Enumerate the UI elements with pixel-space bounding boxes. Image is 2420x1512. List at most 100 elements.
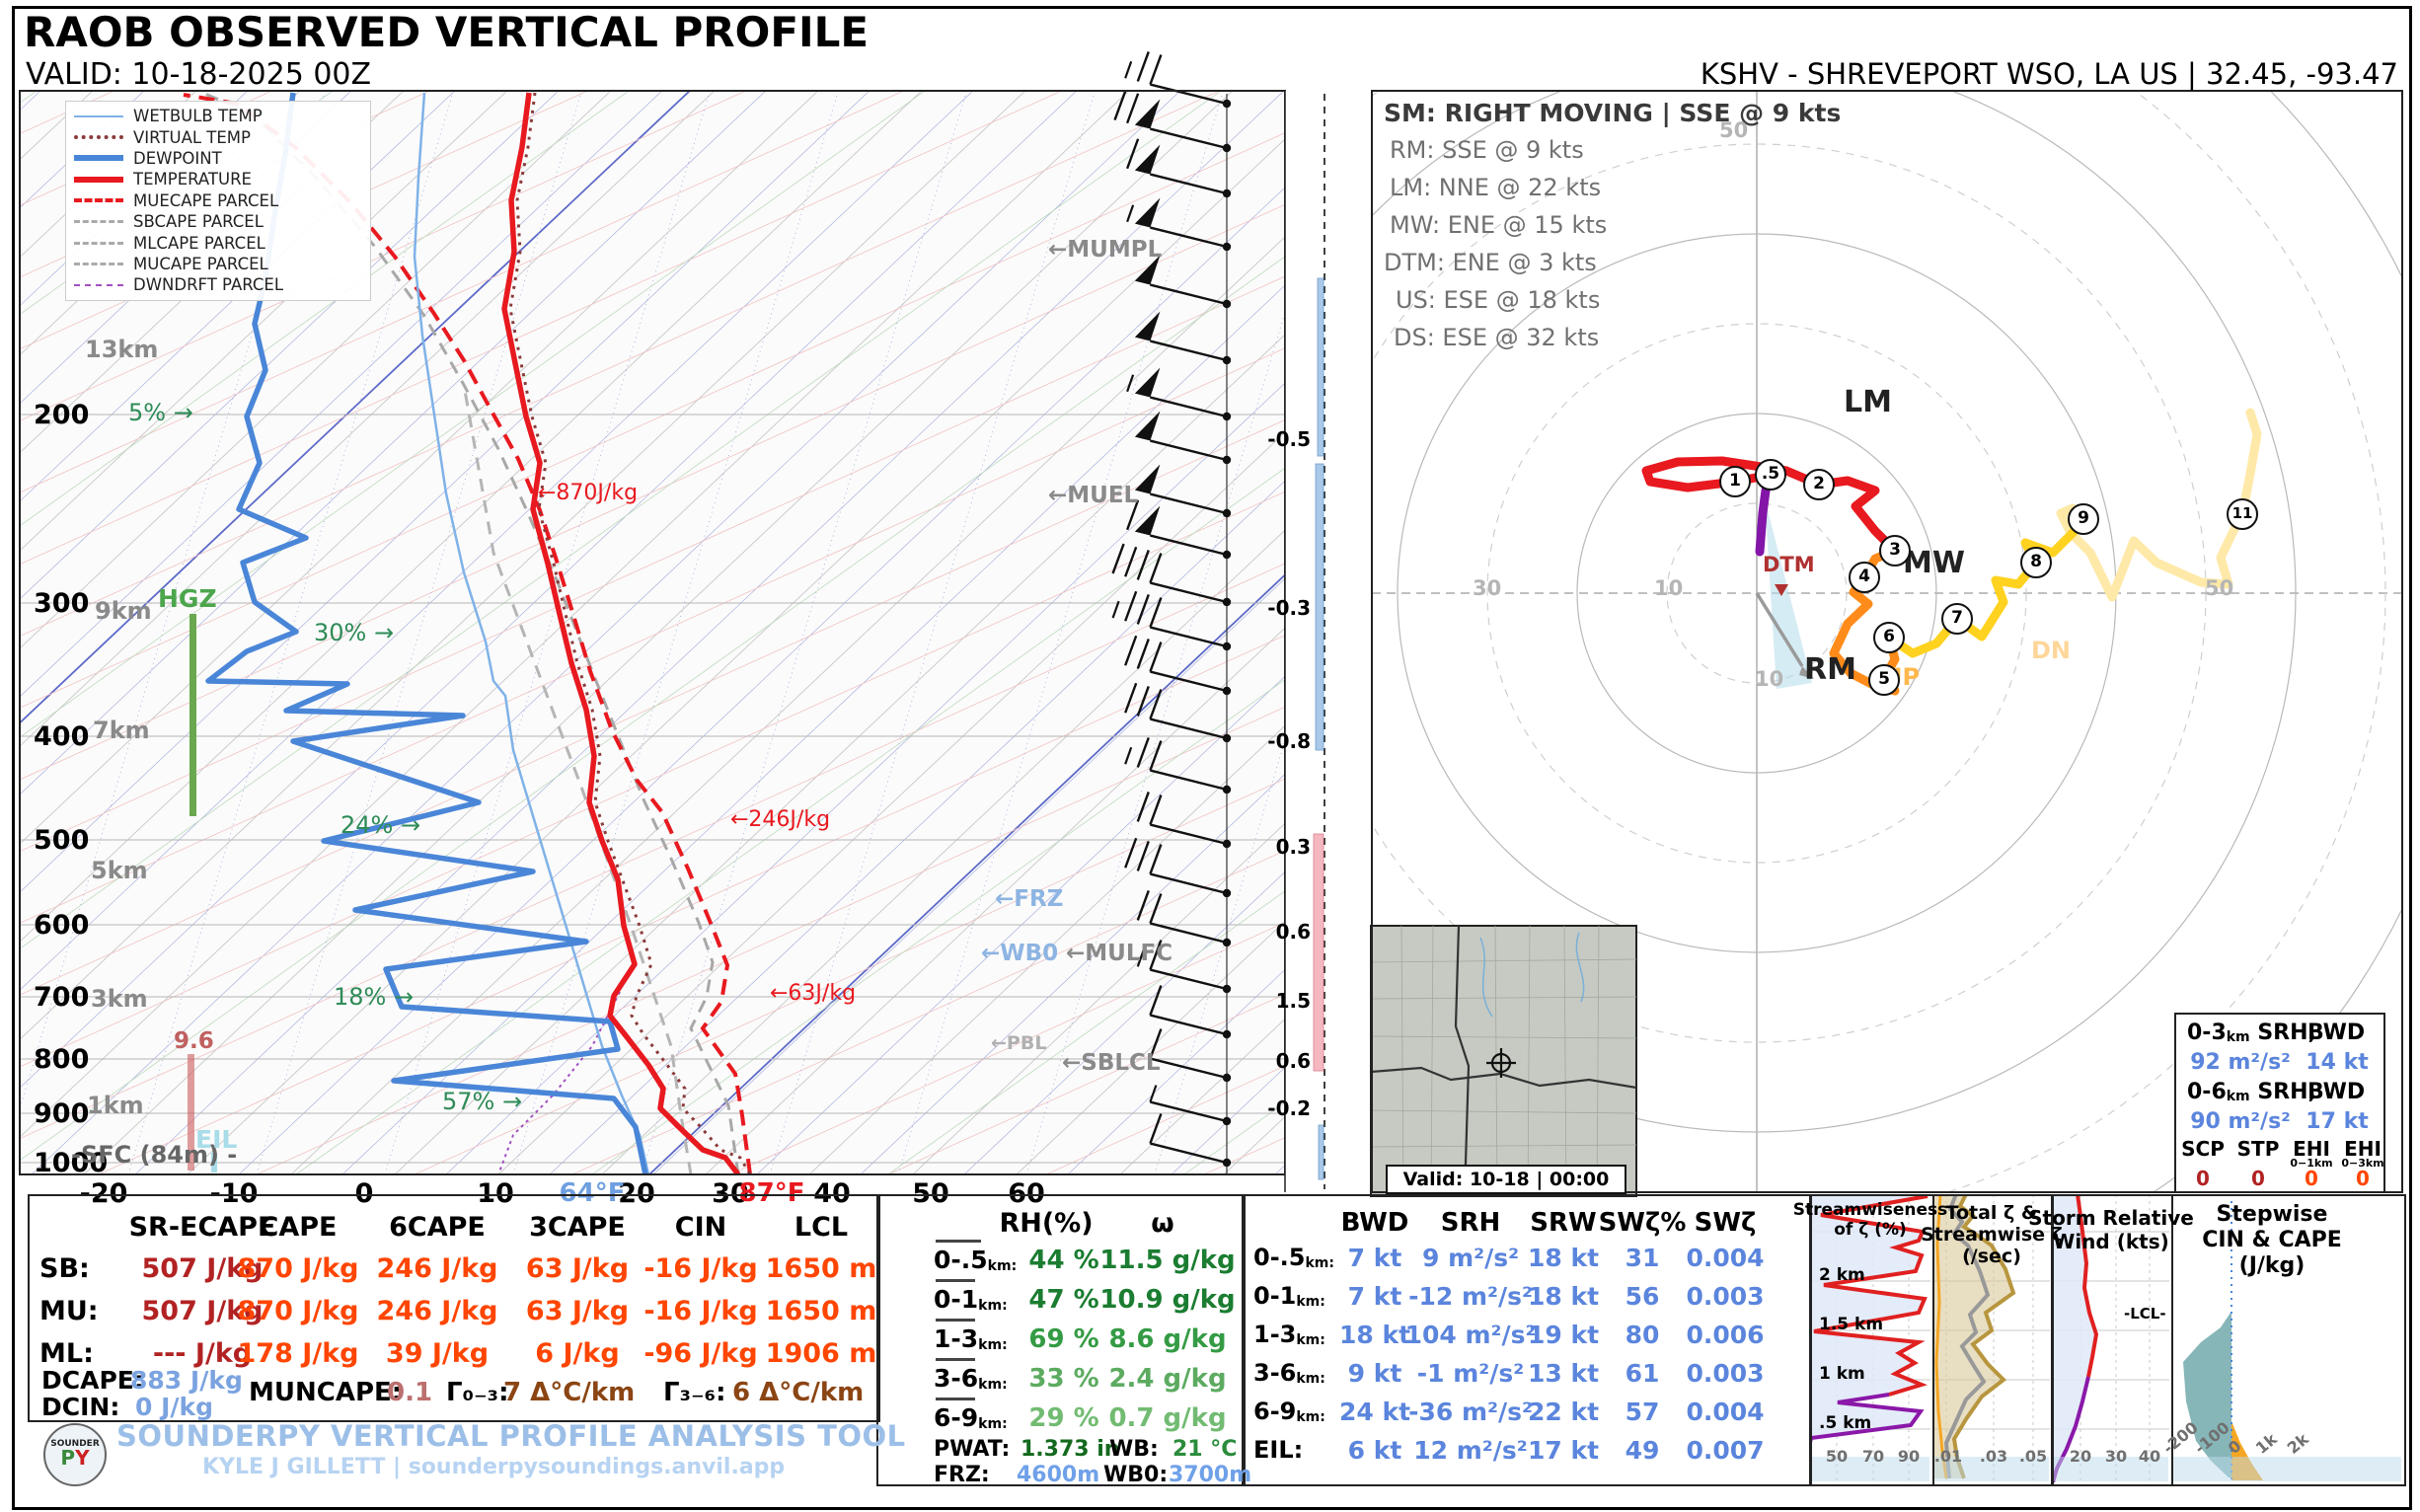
height-label: 1km	[87, 1092, 144, 1119]
kin-cell: 0.003	[1686, 1359, 1764, 1388]
w-value: 0.7 g/kg	[1108, 1403, 1226, 1433]
height-label: 13km	[85, 336, 158, 363]
p3-lcl-label: -LCL-	[2124, 1305, 2166, 1323]
p1-xtick: 70	[1862, 1447, 1884, 1466]
kin-cell: 0.006	[1686, 1321, 1764, 1349]
wb-value: 21 °C	[1172, 1437, 1237, 1462]
srh-row-label: 0-3km SRH,	[2187, 1021, 2316, 1045]
kin-header: BWD	[1341, 1208, 1409, 1238]
hodo-point: 4	[1849, 562, 1880, 593]
p4-title2: CIN & CAPE	[2202, 1228, 2342, 1252]
kin-header: SRH	[1441, 1208, 1501, 1238]
frz-label: ←FRZ	[995, 886, 1063, 912]
rh-value: 69 %	[1028, 1324, 1098, 1354]
thermo-cell: 1650 m	[766, 1253, 877, 1284]
p3-title2: Wind (kts)	[2053, 1230, 2168, 1253]
hodo-point: .5	[1755, 459, 1786, 491]
wb0-value: 3700m	[1169, 1463, 1251, 1487]
thermo-cell: -16 J/kg	[643, 1296, 757, 1326]
kin-cell: 12 m²/s²	[1413, 1436, 1527, 1465]
map-inset	[1371, 926, 1636, 1196]
kin-cell: 19 kt	[1528, 1321, 1599, 1349]
p1-xtick: 90	[1898, 1447, 1920, 1466]
thermo-cell: 178 J/kg	[238, 1338, 359, 1369]
kin-cell: 104 m²/s²	[1405, 1321, 1537, 1349]
p3-title: Storm Relative	[2028, 1206, 2194, 1230]
footer-credit: KYLE J GILLETT | sounderpysoundings.anvi…	[202, 1455, 785, 1479]
kin-row-label: EIL:	[1253, 1436, 1303, 1464]
pwat-label: PWAT:	[934, 1437, 1010, 1462]
p1-title: Streamwiseness	[1793, 1200, 1948, 1220]
pwat-value: 1.373 in	[1021, 1437, 1119, 1462]
pressure-tick: 800	[34, 1044, 89, 1075]
storm-motion: DS: ESE @ 32 kts	[1394, 324, 1599, 351]
hodo-point: 11	[2227, 498, 2258, 530]
cape-annotation: ←63J/kg	[770, 981, 856, 1006]
rh-label: 30% →	[314, 619, 394, 646]
mlcape-line-icon	[74, 242, 123, 245]
omega-bar-negative	[1316, 464, 1323, 750]
omega-value: 0.3	[1253, 835, 1311, 859]
legend-item: SBCAPE PARCEL	[66, 211, 370, 232]
w-value: 2.4 g/kg	[1108, 1364, 1226, 1394]
moisture-row-label: 0-.5km:	[934, 1246, 1017, 1274]
omega-value: -0.8	[1253, 729, 1311, 753]
moisture-header-w: ω	[1151, 1208, 1173, 1239]
thermo-cell: 246 J/kg	[377, 1296, 498, 1326]
kin-cell: 22 kt	[1528, 1398, 1599, 1426]
p3-xtick: 30	[2105, 1447, 2127, 1466]
bwd-value: 17 kt	[2306, 1109, 2368, 1134]
rh-label: 24% →	[340, 811, 420, 839]
station-info: KSHV - SHREVEPORT WSO, LA US | 32.45, -9…	[1701, 57, 2398, 91]
hodo-point: 5	[1868, 664, 1900, 696]
skewt-legend: WETBULB TEMP VIRTUAL TEMP DEWPOINT TEMPE…	[65, 101, 371, 301]
kin-cell: 49	[1626, 1436, 1660, 1465]
rh-label: 57% →	[442, 1088, 522, 1115]
srh-row-label: 0-6km SRH,	[2187, 1080, 2316, 1104]
virtual-temp-line-icon	[74, 135, 123, 139]
pressure-tick: 600	[34, 910, 89, 941]
hodo-point: 9	[2068, 503, 2099, 535]
thermo-cell: 63 J/kg	[526, 1253, 629, 1284]
srh-value: 92 m²/s²	[2190, 1050, 2291, 1075]
thermo-cell: 1650 m	[766, 1296, 877, 1326]
hodo-point: 7	[1941, 603, 1973, 635]
omega-value: -0.2	[1253, 1096, 1311, 1120]
dewpoint-line-icon	[74, 155, 123, 161]
moisture-row-label: 6-9km:	[934, 1403, 1008, 1432]
kin-cell: 6 kt	[1348, 1436, 1402, 1465]
dtm-label: DTM	[1763, 553, 1815, 576]
legend-item: VIRTUAL TEMP	[66, 126, 370, 147]
index-value: 0	[2251, 1167, 2265, 1190]
kin-row-label: 1-3km:	[1253, 1321, 1325, 1348]
mulfc-label: ←MULFC	[1066, 941, 1172, 966]
kin-row-label: 3-6km:	[1253, 1359, 1325, 1387]
pressure-tick: 200	[34, 400, 89, 430]
omega-value: 0.6	[1253, 920, 1311, 944]
gamma03-label: Γ₀₋₃:	[446, 1378, 508, 1407]
hgz-label: HGZ	[158, 584, 217, 613]
w-value: 10.9 g/kg	[1099, 1285, 1235, 1315]
omega-strip	[1285, 91, 1372, 1192]
p2-xtick: .05	[2019, 1447, 2047, 1466]
ring-label: 10	[1654, 576, 1683, 600]
storm-motion: US: ESE @ 18 kts	[1396, 286, 1600, 314]
gamma03-value: 7 Δ°C/km	[503, 1378, 635, 1407]
srh-value: 90 m²/s²	[2190, 1109, 2291, 1134]
thermo-cell: 870 J/kg	[238, 1253, 359, 1284]
footer-title: SOUNDERPY VERTICAL PROFILE ANALYSIS TOOL	[116, 1419, 906, 1453]
omega-value: -0.3	[1253, 596, 1311, 620]
rh-value: 47 %	[1028, 1285, 1098, 1315]
hgz-bar	[189, 614, 196, 816]
omega-value: 0.6	[1253, 1049, 1311, 1073]
p4-title: Stepwise	[2217, 1202, 2328, 1227]
sm-title: SM: RIGHT MOVING | SSE @ 9 kts	[1384, 99, 1841, 127]
legend-item: WETBULB TEMP	[66, 106, 370, 126]
index-label: SCP	[2181, 1137, 2225, 1161]
thermo-cell: 246 J/kg	[377, 1253, 498, 1284]
kin-header: SWζ%	[1599, 1208, 1687, 1238]
omega-bar-positive	[1314, 834, 1323, 1071]
kin-cell: 56	[1626, 1282, 1660, 1311]
thermo-header: SR-ECAPE	[129, 1212, 276, 1243]
pressure-tick: 900	[34, 1098, 89, 1129]
